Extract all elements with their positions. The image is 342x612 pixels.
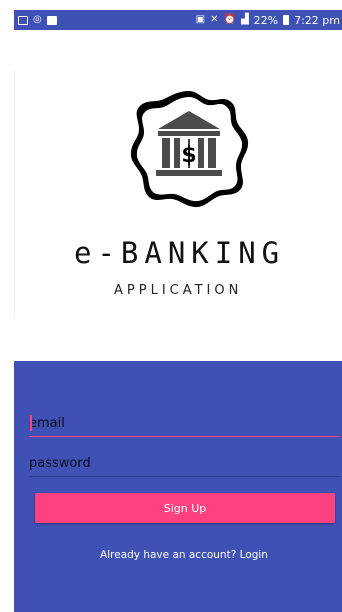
status-right-icons: ▣ ✕ ⏰ ▟ 22% 7:22 pm	[196, 14, 340, 27]
app-notification-icon	[46, 15, 57, 25]
status-bar: ◎ ▣ ✕ ⏰ ▟ 22% 7:22 pm	[14, 10, 342, 30]
signal-icon: ▟	[240, 14, 249, 25]
email-input[interactable]	[29, 411, 340, 437]
mute-icon: ✕	[210, 14, 219, 25]
battery-icon	[283, 15, 290, 25]
image-notification-icon	[18, 15, 28, 25]
battery-percent: 22%	[253, 13, 279, 27]
brand-title: e-BANKING	[74, 236, 286, 270]
status-left-icons: ◎	[18, 15, 57, 25]
bank-dollar-seal-icon: $	[128, 87, 250, 209]
text-cursor	[30, 415, 32, 431]
signup-form: Sign Up Already have an account? Login	[14, 361, 342, 612]
brand-subtitle: APPLICATION	[114, 283, 243, 298]
sync-notification-icon: ◎	[33, 14, 42, 25]
alarm-icon: ⏰	[223, 14, 236, 25]
clock: 7:22 pm	[294, 13, 340, 27]
signup-button[interactable]: Sign Up	[35, 493, 335, 523]
login-link[interactable]: Already have an account? Login	[14, 549, 342, 561]
password-input[interactable]	[29, 451, 340, 477]
vibrate-icon: ▣	[195, 14, 206, 25]
